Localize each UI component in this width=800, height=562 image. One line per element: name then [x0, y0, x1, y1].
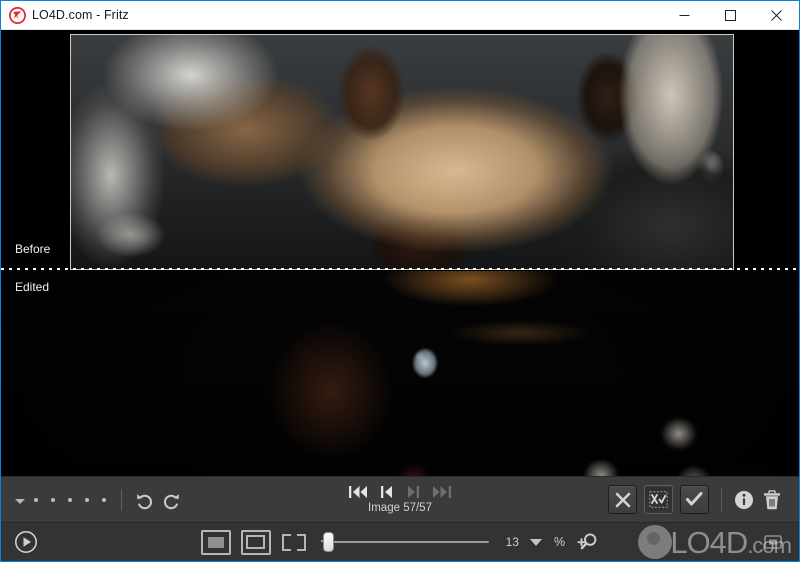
fill-view-icon	[207, 536, 224, 548]
image-navigation	[348, 485, 452, 499]
compare-button[interactable]	[644, 485, 673, 514]
toolbar-separator	[121, 488, 122, 511]
zoom-preset-caret-icon[interactable]	[529, 538, 542, 546]
accept-button[interactable]	[680, 485, 709, 514]
application-window: LO4D.com - Fritz Before Edited Image 57/…	[0, 0, 800, 562]
title-bar: LO4D.com - Fritz	[1, 1, 799, 30]
bracket-bottom-left-icon	[281, 541, 291, 551]
fullscreen-view-button[interactable]	[281, 532, 307, 553]
fit-view-icon	[246, 535, 266, 549]
edited-image-pane[interactable]	[1, 271, 799, 476]
bottom-bar-right-group	[761, 530, 799, 554]
rating-dot-2[interactable]	[51, 497, 55, 502]
rating-dot-1[interactable]	[34, 497, 38, 502]
status-bottom-bar: 13 %	[1, 522, 799, 561]
edited-photo-vignette	[1, 271, 799, 476]
fit-view-button[interactable]	[240, 529, 271, 555]
delete-button[interactable]	[760, 488, 784, 512]
redo-icon[interactable]	[160, 490, 182, 510]
rating-control[interactable]	[15, 495, 119, 504]
reject-button[interactable]	[608, 485, 637, 514]
zoom-controls-group: 13 %	[1, 523, 799, 561]
next-image-button[interactable]	[406, 485, 420, 499]
undo-icon[interactable]	[134, 490, 156, 510]
zoom-unit-label: %	[553, 535, 566, 549]
edited-label: Edited	[15, 280, 50, 294]
zoom-value[interactable]: 13	[501, 535, 519, 549]
image-counter: Image 57/57	[368, 502, 432, 514]
fill-view-button[interactable]	[200, 529, 231, 555]
zoom-in-icon[interactable]	[577, 532, 599, 552]
before-image-pane[interactable]	[70, 34, 734, 270]
before-label: Before	[15, 242, 51, 256]
close-button[interactable]	[753, 1, 799, 29]
first-image-button[interactable]	[348, 485, 368, 499]
app-logo-icon	[9, 6, 26, 24]
maximize-button[interactable]	[707, 1, 753, 29]
rating-dot-5[interactable]	[102, 497, 106, 502]
zoom-slider[interactable]	[320, 532, 489, 552]
zoom-slider-track	[324, 541, 489, 543]
window-controls	[661, 1, 799, 29]
info-button[interactable]	[732, 488, 756, 512]
bracket-bottom-right-icon	[296, 541, 306, 551]
minimize-button[interactable]	[661, 1, 707, 29]
window-title: LO4D.com - Fritz	[32, 8, 129, 22]
last-image-button[interactable]	[432, 485, 452, 499]
before-photo	[71, 35, 733, 269]
slideshow-play-button[interactable]	[14, 530, 38, 554]
title-bar-left: LO4D.com - Fritz	[1, 6, 661, 24]
toolbar-left-group	[1, 488, 182, 511]
edit-toolbar: Image 57/57	[1, 476, 799, 522]
toolbar-right-group	[608, 485, 799, 514]
export-button[interactable]	[761, 530, 785, 554]
zoom-slider-handle[interactable]	[322, 532, 334, 552]
image-compare-canvas[interactable]: Before Edited	[1, 30, 799, 476]
undo-redo-group	[134, 490, 182, 510]
before-after-divider[interactable]	[1, 268, 799, 270]
previous-image-button[interactable]	[380, 485, 394, 499]
rating-dropdown-caret-icon[interactable]	[15, 499, 25, 504]
rating-dot-3[interactable]	[68, 497, 72, 502]
toolbar-separator-2	[721, 487, 722, 512]
rating-dot-4[interactable]	[85, 497, 89, 502]
